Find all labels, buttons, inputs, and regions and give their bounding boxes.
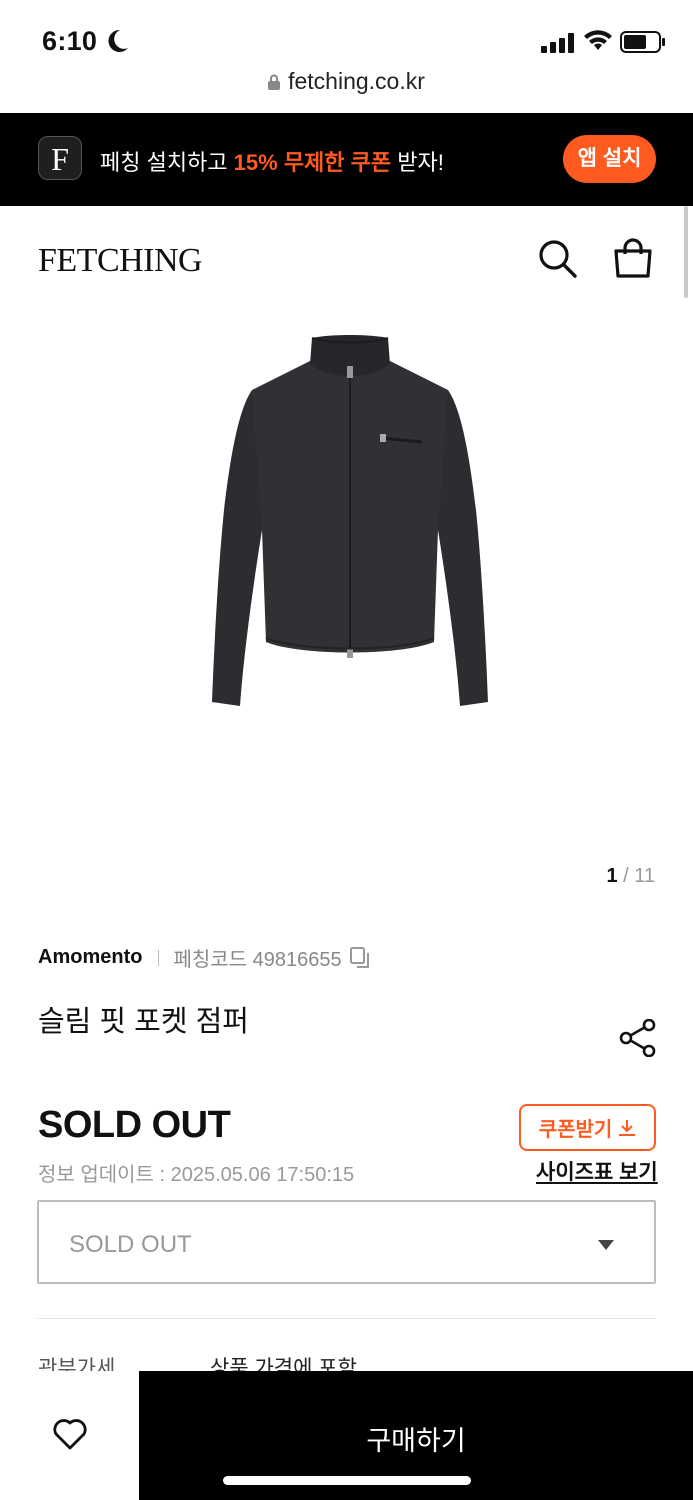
scrollbar[interactable] xyxy=(684,206,688,298)
url-text: fetching.co.kr xyxy=(288,68,425,94)
size-chart-link[interactable]: 사이즈표 보기 xyxy=(536,1156,658,1186)
status-time: 6:10 xyxy=(42,26,98,56)
site-logo[interactable]: FETCHING xyxy=(38,242,203,280)
image-counter: 1 / 11 xyxy=(606,865,655,888)
coupon-button-label: 쿠폰받기 xyxy=(538,1119,613,1141)
image-counter-separator: / xyxy=(617,865,635,887)
lock-icon xyxy=(268,74,281,90)
divider xyxy=(158,949,160,966)
product-image[interactable] xyxy=(200,330,500,720)
app-logo-icon: F xyxy=(38,136,82,180)
search-icon[interactable] xyxy=(538,239,578,279)
promo-message: 페칭 설치하고 15% 무제한 쿠폰 받자! xyxy=(100,145,444,177)
promo-message-suffix: 받자! xyxy=(391,150,444,175)
shopping-bag-icon[interactable] xyxy=(613,238,653,278)
wifi-icon xyxy=(584,30,612,50)
fetching-code: 페칭코드 49816655 xyxy=(173,949,342,971)
share-icon[interactable] xyxy=(619,1019,657,1057)
battery-icon xyxy=(620,31,665,53)
app-promo-banner: F 페칭 설치하고 15% 무제한 쿠폰 받자! 앱 설치 xyxy=(0,113,693,206)
brand-name[interactable]: Amomento xyxy=(38,946,142,969)
info-updated: 정보 업데이트 : 2025.05.06 17:50:15 xyxy=(38,1164,355,1186)
heart-icon xyxy=(53,1419,87,1450)
status-bar: 6:10 xyxy=(0,0,693,68)
promo-message-prefix: 페칭 설치하고 xyxy=(100,150,234,175)
wishlist-button[interactable] xyxy=(0,1371,139,1500)
brand-row: Amomento 페칭코드 49816655 xyxy=(38,943,372,972)
price-status: SOLD OUT xyxy=(38,1104,231,1146)
home-indicator[interactable] xyxy=(223,1476,471,1485)
install-app-button[interactable]: 앱 설치 xyxy=(563,135,656,183)
cellular-signal-icon xyxy=(541,33,574,53)
section-divider xyxy=(37,1318,656,1319)
copy-icon[interactable] xyxy=(349,946,372,969)
option-select-value: SOLD OUT xyxy=(69,1231,192,1258)
option-select[interactable]: SOLD OUT xyxy=(37,1200,656,1284)
image-counter-total: 11 xyxy=(634,865,655,887)
dropdown-arrow-icon xyxy=(598,1240,614,1250)
url-bar[interactable]: fetching.co.kr xyxy=(0,68,693,112)
image-counter-current: 1 xyxy=(606,865,618,887)
download-icon xyxy=(619,1119,636,1136)
moon-icon xyxy=(108,29,128,52)
site-header: FETCHING xyxy=(0,206,693,306)
product-title: 슬림 핏 포켓 점퍼 xyxy=(38,1006,249,1038)
promo-highlight: 15% 무제한 쿠폰 xyxy=(233,150,392,175)
coupon-button[interactable]: 쿠폰받기 xyxy=(519,1104,656,1151)
